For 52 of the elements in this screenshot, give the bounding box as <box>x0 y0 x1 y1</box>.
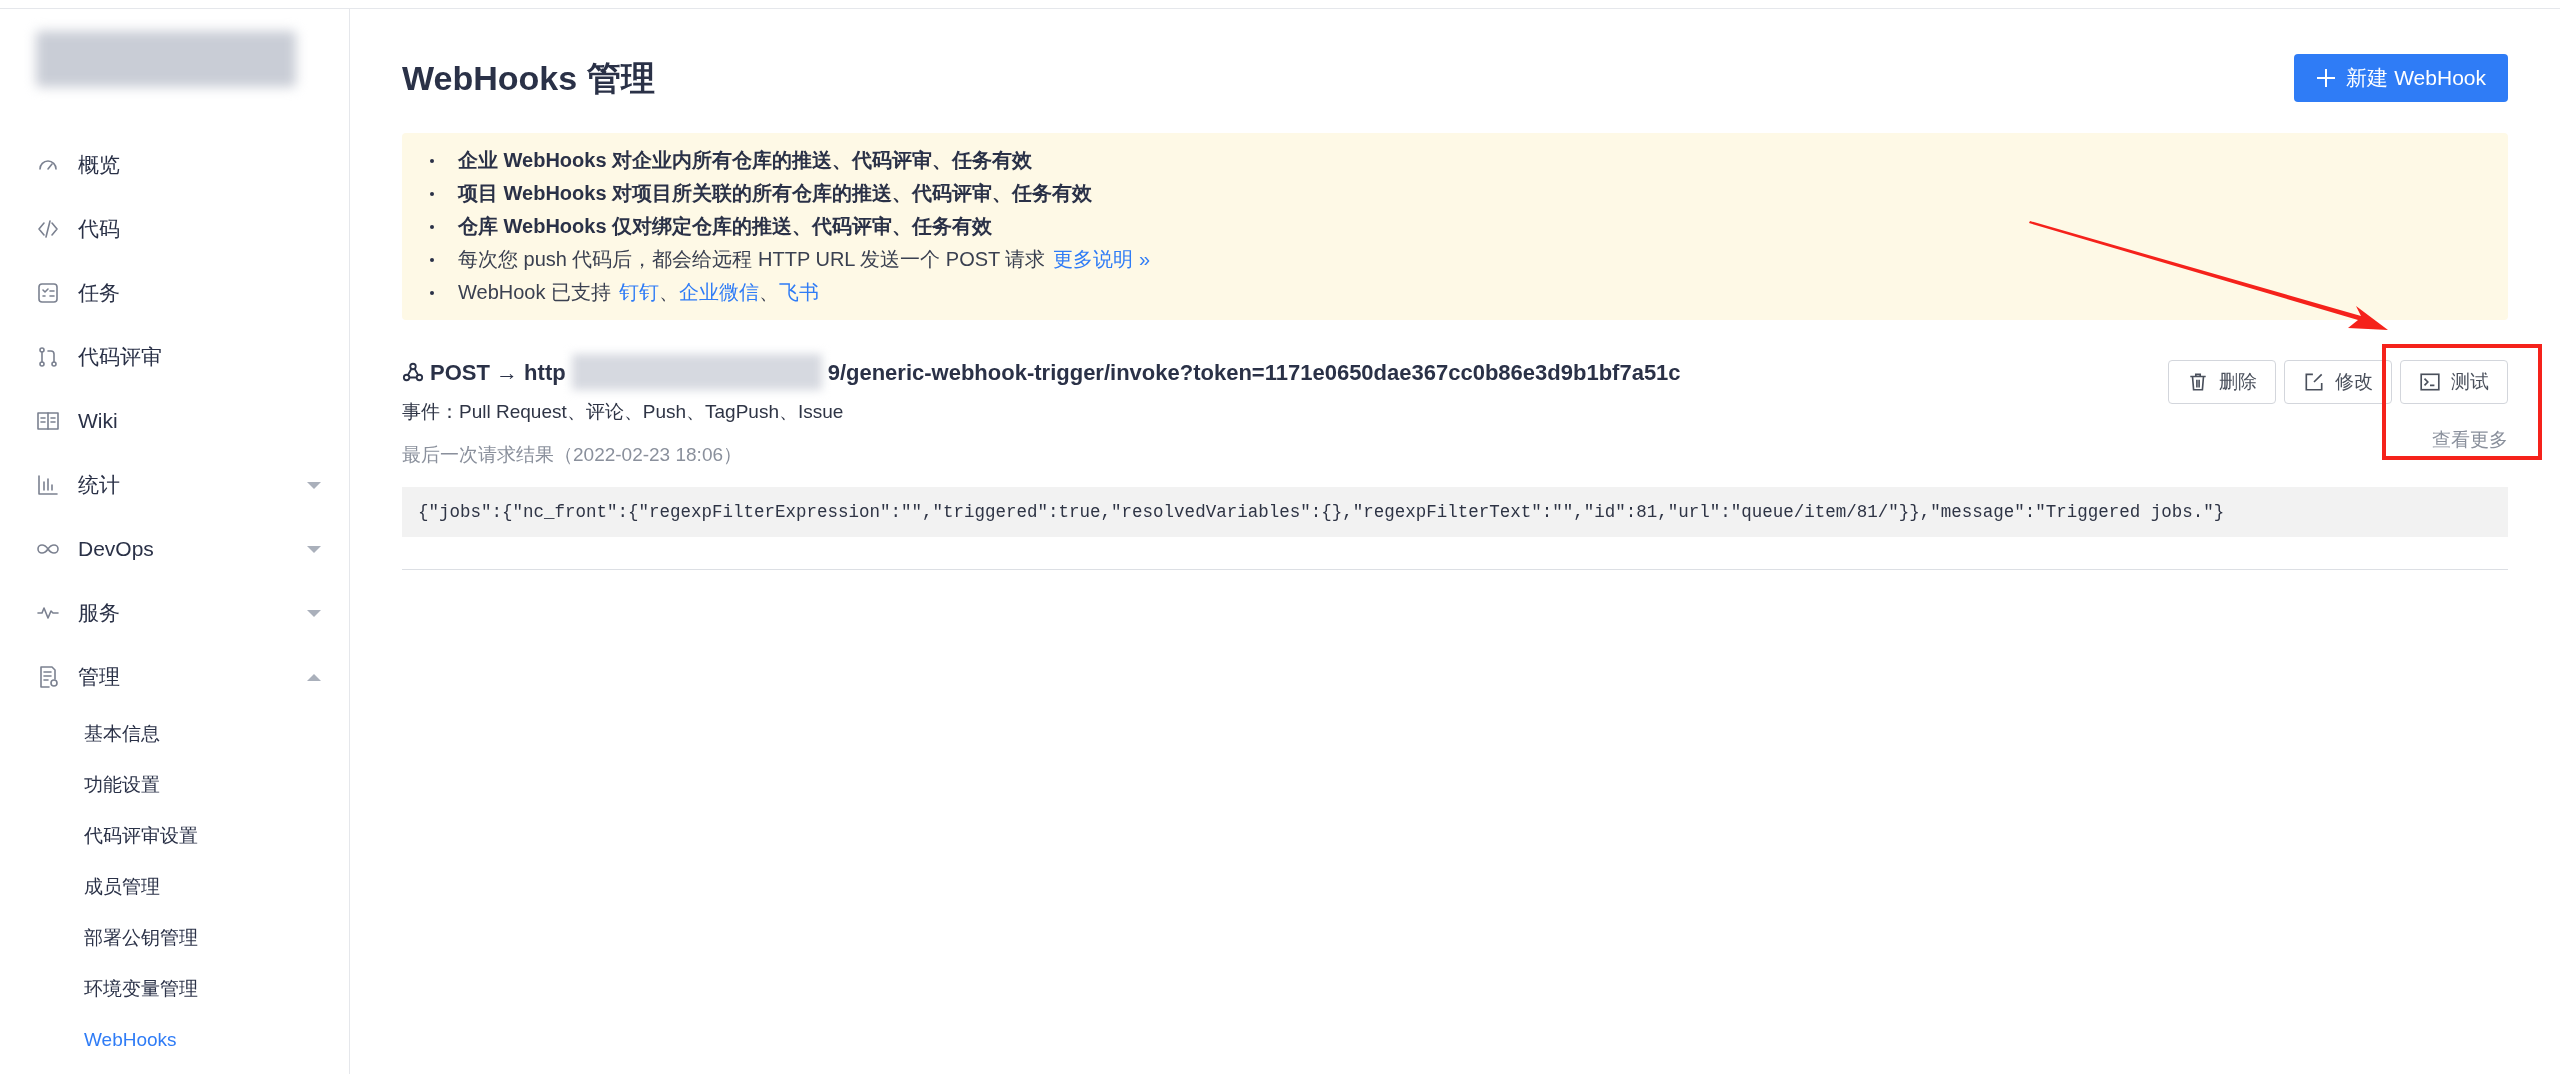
last-result-text: 最后一次请求结果（2022-02-23 18:06） <box>402 442 743 467</box>
terminal-icon <box>2419 371 2441 393</box>
sidebar-subitem[interactable]: 成员管理 <box>0 862 349 913</box>
separator-text: 、 <box>759 280 779 305</box>
notice-link[interactable]: 更多说明 » <box>1053 246 1151 273</box>
response-code-block: {"jobs":{"nc_front":{"regexpFilterExpression":"","triggered":true,"resolvedVariables":{},"regexpFilterText":"","id":81,"url":"queue/item/81/"}},"message":"Triggered jobs."} <box>402 487 2508 538</box>
notice-text: 项目 WebHooks 对项目所关联的所有仓库的推送、代码评审、任务有效 <box>458 181 1093 206</box>
sidebar-item[interactable]: 代码 <box>0 197 349 261</box>
notice-text: 企业 WebHooks 对企业内所有仓库的推送、代码评审、任务有效 <box>458 148 1033 173</box>
notice-text: 仓库 WebHooks 仅对绑定仓库的推送、代码评审、任务有效 <box>458 214 993 239</box>
bar-chart-icon <box>36 473 60 497</box>
code-icon <box>36 217 60 241</box>
sidebar-item[interactable]: 管理 <box>0 645 349 709</box>
sidebar-subitem[interactable]: 基本信息 <box>0 709 349 760</box>
bullet-icon <box>430 290 434 295</box>
sidebar-subitem[interactable]: 部署公钥管理 <box>0 913 349 964</box>
sidebar-item[interactable]: DevOps <box>0 517 349 581</box>
branch-icon <box>36 345 60 369</box>
webhook-url-start: POST → http <box>430 358 566 387</box>
bullet-icon <box>430 191 434 196</box>
notice-link[interactable]: 钉钉 <box>619 279 659 306</box>
sidebar-item[interactable]: 统计 <box>0 453 349 517</box>
plus-icon <box>2316 68 2337 88</box>
test-button[interactable]: 测试 <box>2400 360 2508 404</box>
webhook-icon <box>402 361 424 383</box>
bullet-icon <box>430 158 434 163</box>
book-icon <box>36 409 60 433</box>
separator-text: 、 <box>659 280 679 305</box>
events-text: 事件：Pull Request、评论、Push、TagPush、Issue <box>402 400 845 424</box>
checklist-icon <box>36 281 60 305</box>
edit-button[interactable]: 修改 <box>2284 360 2392 404</box>
new-webhook-button[interactable]: 新建 WebHook <box>2294 54 2508 102</box>
page-title: WebHooks 管理 <box>402 57 655 99</box>
sidebar-subitem[interactable]: 代码评审设置 <box>0 811 349 862</box>
sidebar-item[interactable]: 服务 <box>0 581 349 645</box>
notice-text: 每次您 push 代码后，都会给远程 HTTP URL 发送一个 POST 请求 <box>458 247 1046 272</box>
sidebar-item[interactable]: 任务 <box>0 261 349 325</box>
notice-link[interactable]: 企业微信 <box>679 279 759 306</box>
notice-text: WebHook 已支持 <box>458 280 611 305</box>
edit-icon <box>2303 371 2325 393</box>
delete-button[interactable]: 删除 <box>2168 360 2276 404</box>
webhook-url: 9/generic-webhook-trigger/invoke?token=1171e0650dae367cc0b86e3d9b1bf7a51c <box>827 358 1681 387</box>
bullet-icon <box>430 224 434 229</box>
sidebar-subitem[interactable]: WebHooks <box>0 1015 349 1066</box>
trash-icon <box>2187 371 2209 393</box>
sidebar-subitem[interactable]: 功能设置 <box>0 760 349 811</box>
sidebar-item[interactable]: Wiki <box>0 389 349 453</box>
bullet-icon <box>430 257 434 262</box>
sidebar-subitem[interactable]: 环境变量管理 <box>0 964 349 1015</box>
notice-link[interactable]: 飞书 <box>779 279 819 306</box>
sidebar-item[interactable]: 概览 <box>0 133 349 197</box>
sidebar-item[interactable]: 代码评审 <box>0 325 349 389</box>
